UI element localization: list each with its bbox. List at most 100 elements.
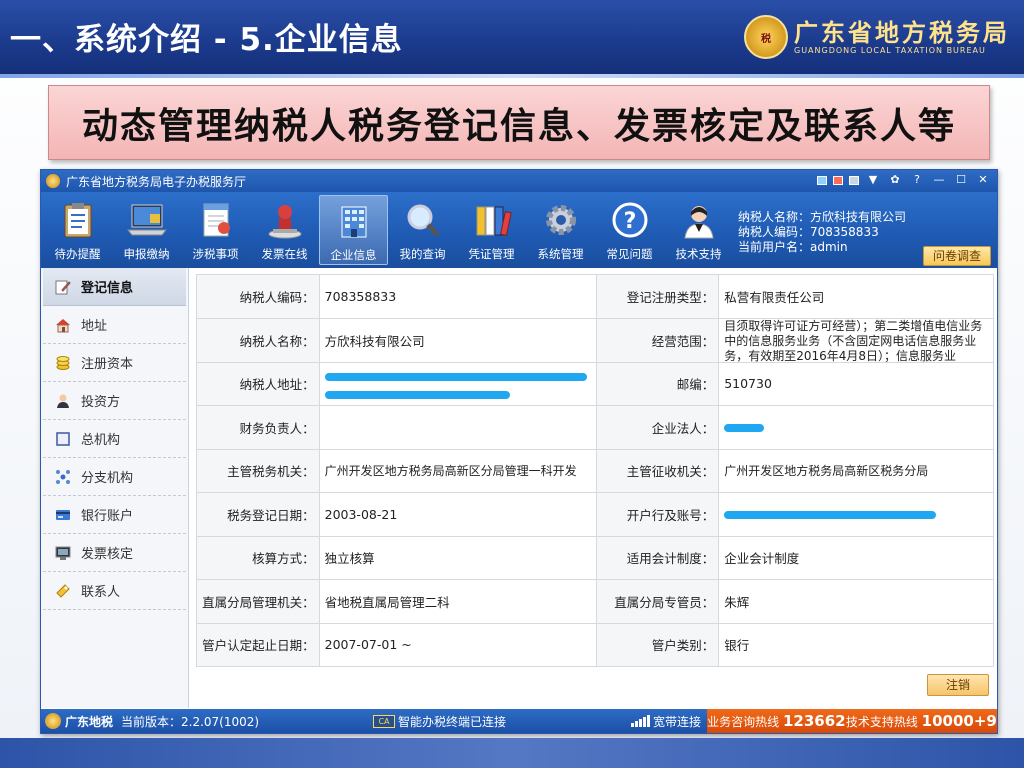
table-row: 纳税人编码： 708358833 登记注册类型： 私营有限责任公司	[196, 274, 994, 319]
skin-red-icon[interactable]	[833, 176, 843, 185]
terminal-status: 智能办税终端已连接	[398, 714, 507, 729]
laptop-icon	[126, 199, 168, 241]
bureau-name: 广东省地方税务局	[794, 18, 1010, 47]
sidebar-item-registration[interactable]: 登记信息	[43, 268, 186, 306]
gear-icon	[540, 199, 582, 241]
tool-tech-support[interactable]: 技术支持	[664, 195, 733, 265]
field-label: 纳税人名称：	[196, 317, 320, 363]
network-status: 宽带连接	[653, 714, 702, 729]
business-scope-value: 目须取得许可证方可经营）；第二类增值电信业务中的信息服务业务（不含固定网电话信息…	[724, 318, 983, 362]
field-label: 主管征收机关：	[595, 448, 720, 493]
postcode-value: 510730	[718, 361, 994, 406]
field-label: 开户行及账号：	[595, 492, 720, 537]
field-label: 直属分局专管员：	[595, 579, 720, 624]
table-row: 财务负责人： 企业法人：	[196, 405, 994, 450]
tax-authority-value: 广州开发区地方税务局高新区分局管理一科开发	[318, 448, 597, 493]
field-label: 经营范围：	[595, 317, 720, 363]
hotline-number: 123662	[782, 712, 846, 730]
branch-icon	[55, 469, 71, 485]
sidebar-item-contact[interactable]: 联系人	[43, 572, 186, 610]
banner-text: 动态管理纳税人税务登记信息、发票核定及联系人等	[81, 104, 956, 147]
finance-manager-value	[318, 405, 597, 450]
frame-icon	[55, 431, 71, 447]
field-label: 直属分局管理机关：	[196, 579, 320, 624]
magnifier-icon	[402, 199, 444, 241]
field-label: 企业法人：	[595, 405, 720, 450]
monitor-icon	[55, 545, 71, 561]
taxpayer-name-value: 方欣科技有限公司	[318, 317, 597, 363]
field-label: 主管税务机关：	[196, 448, 320, 493]
tool-my-query[interactable]: 我的查询	[388, 195, 457, 265]
support-label: 技术支持热线	[845, 715, 918, 729]
management-period-value: 2007-07-01 ~	[318, 622, 597, 667]
registration-table: 纳税人编码： 708358833 登记注册类型： 私营有限责任公司 纳税人名称：…	[196, 274, 994, 667]
sidebar: 登记信息 地址 注册资本 投资方 总机构 分支机构 银行账户 发票核定 联系人	[41, 268, 189, 708]
sidebar-item-branch[interactable]: 分支机构	[43, 458, 186, 496]
collection-authority-value: 广州开发区地方税务局高新区税务分局	[718, 448, 994, 493]
field-label: 纳税人编码：	[196, 274, 320, 319]
accounting-system-value: 企业会计制度	[718, 535, 994, 580]
current-user: 当前用户名：admin	[738, 240, 848, 254]
field-label: 管户类别：	[595, 622, 720, 667]
tool-voucher[interactable]: 凭证管理	[457, 195, 526, 265]
bank-account-value	[718, 492, 994, 537]
table-row: 纳税人地址： 邮编： 510730	[196, 361, 994, 406]
redaction-mark	[724, 511, 937, 520]
survey-button[interactable]: 问卷调查	[923, 246, 991, 266]
sidebar-item-investor[interactable]: 投资方	[43, 382, 186, 420]
taxpayer-address-value	[318, 361, 597, 406]
bank-card-icon	[55, 507, 71, 523]
skin-blue-icon[interactable]	[817, 176, 827, 185]
user-info: 纳税人名称：方欣科技有限公司 纳税人编码：708358833 当前用户名：adm…	[738, 210, 906, 255]
bureau-logo: 税 广东省地方税务局 GUANGDONG LOCAL TAXATION BURE…	[744, 14, 1010, 60]
tool-faq[interactable]: ? 常见问题	[595, 195, 664, 265]
edit-icon	[55, 279, 71, 295]
slide-footer-decor	[0, 738, 1024, 768]
field-label: 财务负责人：	[196, 405, 320, 450]
redaction-mark	[724, 424, 765, 433]
sidebar-item-invoice[interactable]: 发票核定	[43, 534, 186, 572]
sidebar-item-headquarters[interactable]: 总机构	[43, 420, 186, 458]
minimize-icon[interactable]: —	[931, 172, 947, 188]
sidebar-item-bank-account[interactable]: 银行账户	[43, 496, 186, 534]
table-row: 纳税人名称： 方欣科技有限公司 经营范围： 目须取得许可证方可经营）；第二类增值…	[196, 317, 994, 363]
slide-banner: 动态管理纳税人税务登记信息、发票核定及联系人等	[48, 85, 990, 160]
close-icon[interactable]: ✕	[975, 172, 991, 188]
settings-icon[interactable]: ✿	[887, 172, 903, 188]
terminal-icon: CA	[373, 714, 395, 728]
tool-declare[interactable]: 申报缴纳	[112, 195, 181, 265]
house-icon	[55, 317, 71, 333]
skin-gray-icon[interactable]	[849, 176, 859, 185]
field-label: 适用会计制度：	[595, 535, 720, 580]
field-label: 纳税人地址：	[196, 361, 320, 406]
field-label: 核算方式：	[196, 535, 320, 580]
tool-system[interactable]: 系统管理	[526, 195, 595, 265]
signal-icon	[631, 715, 650, 727]
field-label: 邮编：	[595, 361, 720, 406]
maximize-icon[interactable]: ☐	[953, 172, 969, 188]
tool-enterprise-info[interactable]: 企业信息	[319, 195, 388, 265]
binders-icon	[471, 199, 513, 241]
contact-icon	[55, 583, 71, 599]
taxpayer-name: 纳税人名称：方欣科技有限公司	[738, 210, 907, 224]
window-title: 广东省地方税务局电子办税服务厅	[66, 174, 247, 189]
tool-invoice-online[interactable]: 发票在线	[250, 195, 319, 265]
sidebar-item-capital[interactable]: 注册资本	[43, 344, 186, 382]
registration-date-value: 2003-08-21	[318, 492, 597, 537]
tool-tax-matters[interactable]: 涉税事项	[181, 195, 250, 265]
document-icon	[195, 199, 237, 241]
table-row: 税务登记日期： 2003-08-21 开户行及账号：	[196, 492, 994, 537]
table-row: 直属分局管理机关： 省地税直属局管理二科 直属分局专管员： 朱辉	[196, 579, 994, 624]
sidebar-item-address[interactable]: 地址	[43, 306, 186, 344]
field-label: 登记注册类型：	[595, 274, 720, 319]
registration-type-value: 私营有限责任公司	[718, 274, 994, 319]
window-titlebar: 广东省地方税务局电子办税服务厅 ▼ ✿ ? — ☐ ✕	[41, 170, 997, 192]
help-icon[interactable]: ?	[909, 172, 925, 188]
main-toolbar: 待办提醒 申报缴纳 涉税事项 发票在线 企业信息 我的查询 凭证管理 系统管理 …	[41, 192, 997, 268]
taxpayer-code: 纳税人编码：708358833	[738, 225, 879, 239]
table-row: 管户认定起止日期： 2007-07-01 ~ 管户类别： 银行	[196, 622, 994, 667]
direct-branch-authority-value: 省地税直属局管理二科	[318, 579, 597, 624]
shirt-icon[interactable]: ▼	[865, 172, 881, 188]
cancel-button[interactable]: 注销	[927, 674, 989, 696]
tool-todo[interactable]: 待办提醒	[43, 195, 112, 265]
